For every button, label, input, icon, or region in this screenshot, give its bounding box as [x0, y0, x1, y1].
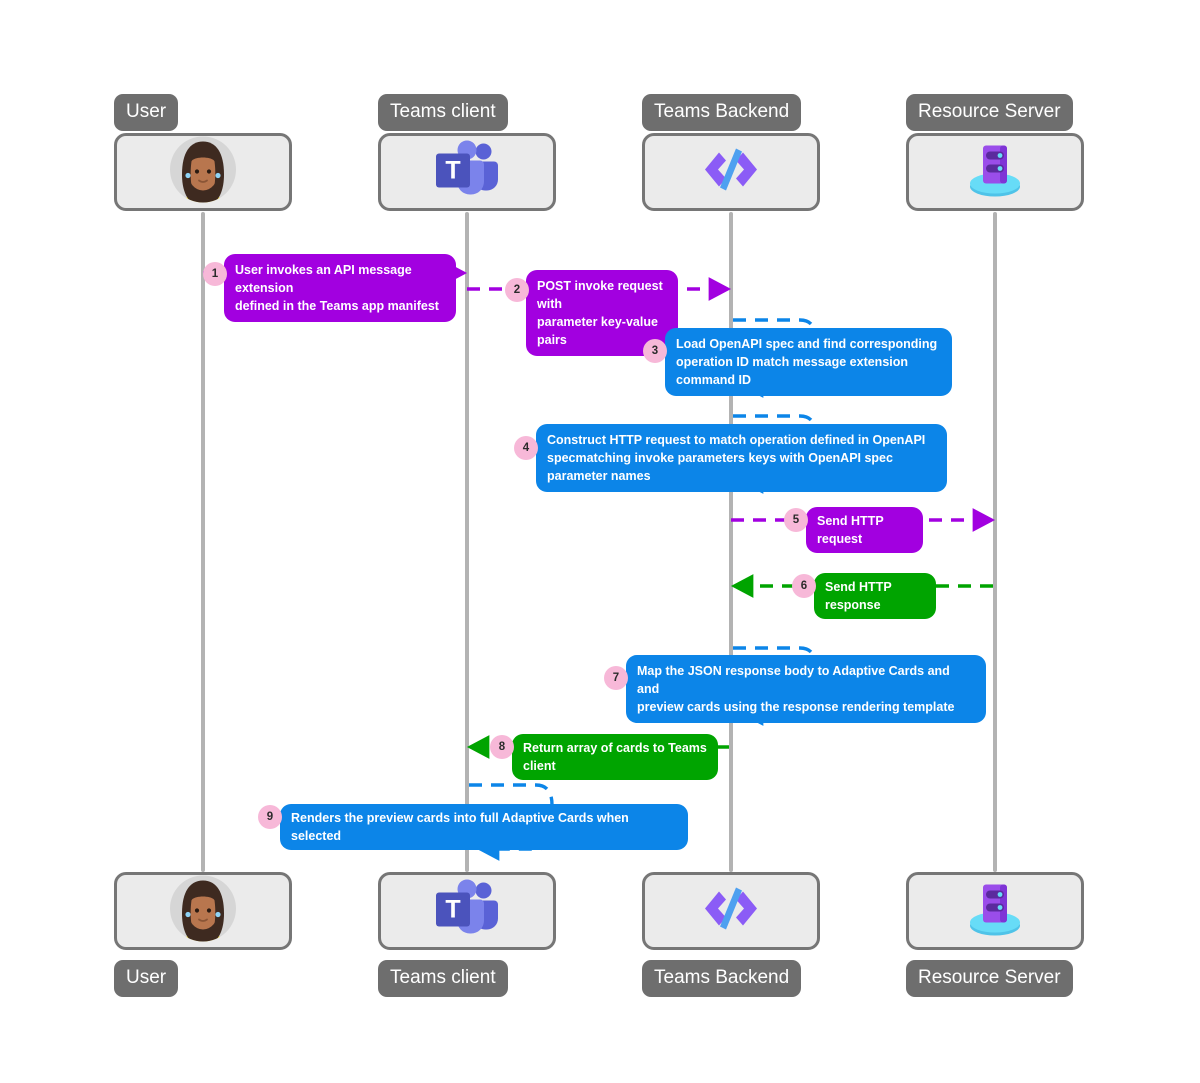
user-avatar-icon — [166, 133, 240, 212]
step-badge-5: 5 — [784, 508, 808, 532]
step-badge-1: 1 — [203, 262, 227, 286]
code-brackets-icon — [697, 143, 765, 202]
message-box-9: Renders the preview cards into full Adap… — [280, 804, 688, 850]
actor-chip-user-bottom: User — [114, 960, 179, 997]
actor-chip-resource-top: Resource Server — [906, 94, 1073, 131]
lifeline-backend — [729, 212, 733, 872]
actor-chip-client-bottom: Teams client — [378, 960, 508, 997]
lifeline-resource — [993, 212, 997, 872]
lifeline-user — [201, 212, 205, 872]
actor-box-resource-top — [906, 133, 1084, 211]
step-badge-8: 8 — [490, 735, 514, 759]
code-brackets-icon — [697, 882, 765, 941]
svg-text:T: T — [445, 157, 460, 185]
actor-box-client-top: T — [378, 133, 556, 211]
actor-chip-user-top: User — [114, 94, 179, 131]
message-box-5: Send HTTP request — [806, 507, 923, 553]
step-badge-4: 4 — [514, 436, 538, 460]
message-box-1: User invokes an API message extension de… — [224, 254, 456, 322]
message-box-8: Return array of cards to Teams client — [512, 734, 718, 780]
message-box-4: Construct HTTP request to match operatio… — [536, 424, 947, 492]
step-badge-7: 7 — [604, 666, 628, 690]
message-box-7: Map the JSON response body to Adaptive C… — [626, 655, 986, 723]
message-box-3: Load OpenAPI spec and find corresponding… — [665, 328, 952, 396]
step-badge-2: 2 — [505, 278, 529, 302]
actor-box-client-bottom: T — [378, 872, 556, 950]
step-badge-9: 9 — [258, 805, 282, 829]
server-rack-icon — [964, 878, 1026, 945]
step-badge-6: 6 — [792, 574, 816, 598]
svg-text:T: T — [445, 896, 460, 924]
teams-logo-icon: T — [434, 140, 500, 204]
lifeline-client — [465, 212, 469, 872]
actor-box-user-top — [114, 133, 292, 211]
sequence-diagram: User Teams client Teams Backend Resource… — [0, 0, 1200, 1083]
user-avatar-icon — [166, 872, 240, 951]
actor-chip-resource-bottom: Resource Server — [906, 960, 1073, 997]
server-rack-icon — [964, 139, 1026, 206]
actor-chip-client-top: Teams client — [378, 94, 508, 131]
teams-logo-icon: T — [434, 879, 500, 943]
step-badge-3: 3 — [643, 339, 667, 363]
actor-box-resource-bottom — [906, 872, 1084, 950]
actor-box-backend-top — [642, 133, 820, 211]
actor-box-backend-bottom — [642, 872, 820, 950]
actor-chip-backend-top: Teams Backend — [642, 94, 802, 131]
message-box-6: Send HTTP response — [814, 573, 936, 619]
actor-box-user-bottom — [114, 872, 292, 950]
actor-chip-backend-bottom: Teams Backend — [642, 960, 802, 997]
